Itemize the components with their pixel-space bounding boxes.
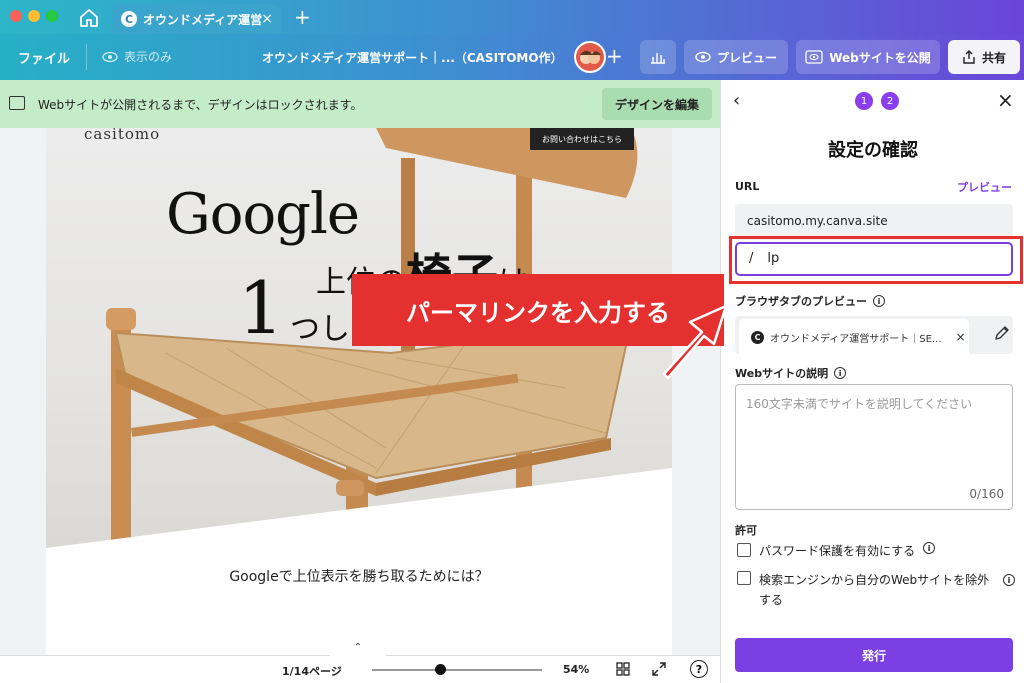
- add-collaborator-button[interactable]: +: [606, 44, 623, 68]
- banner-message: Webサイトが公開されるまで、デザインはロックされます。: [38, 98, 363, 112]
- tab-preview-chip: C オウンドメディア運営サポート｜SE... ×: [739, 319, 969, 355]
- permalink-input[interactable]: / lp: [735, 242, 1013, 276]
- headline-one: 1: [238, 266, 284, 350]
- step-1-indicator: 1: [855, 92, 873, 110]
- close-window-button[interactable]: [10, 10, 22, 22]
- arrow-icon: [662, 304, 728, 380]
- document-title[interactable]: オウンドメディア運営サポート｜...（CASITOMO作）: [262, 49, 563, 66]
- panel-title: 設定の確認: [828, 140, 918, 161]
- publish-button[interactable]: 発行: [735, 638, 1013, 672]
- zoom-level[interactable]: 54%: [563, 663, 589, 676]
- zoom-slider-handle[interactable]: [435, 664, 446, 675]
- search-engine-option[interactable]: 検索エンジンから自分のWebサイトを除外する i: [737, 570, 1015, 610]
- page-indicator[interactable]: 1/14ページ: [282, 663, 342, 679]
- description-textarea[interactable]: 160文字未満でサイトを説明してください 0/160: [735, 384, 1013, 510]
- home-icon[interactable]: [78, 7, 100, 29]
- avatar-icon: [576, 43, 604, 71]
- fullscreen-icon[interactable]: [652, 662, 666, 676]
- tab-preview-label-text: ブラウザタブのプレビュー: [735, 295, 867, 308]
- brand-logo: casitomo: [84, 128, 161, 143]
- grid-view-icon[interactable]: [616, 662, 630, 676]
- search-engine-checkbox[interactable]: [737, 571, 751, 585]
- password-checkbox[interactable]: [737, 543, 751, 557]
- pencil-icon[interactable]: [993, 324, 1011, 342]
- zoom-slider[interactable]: [372, 669, 542, 671]
- back-button[interactable]: ‹: [733, 90, 740, 111]
- browser-tab[interactable]: C オウンドメディア運営 ×: [113, 4, 281, 34]
- tab-close-button[interactable]: ×: [261, 11, 273, 27]
- password-option-label: パスワード保護を有効にする: [759, 544, 916, 558]
- view-only-button[interactable]: 表示のみ: [102, 48, 172, 65]
- url-preview-link[interactable]: プレビュー: [957, 179, 1012, 195]
- analytics-button[interactable]: [640, 40, 676, 74]
- info-icon[interactable]: i: [834, 367, 847, 379]
- publish-website-button[interactable]: Webサイトを公開: [796, 40, 940, 74]
- tab-preview-label: ブラウザタブのプレビュー i: [735, 293, 885, 309]
- info-icon[interactable]: i: [873, 295, 885, 307]
- contact-button: お問い合わせはこちら: [530, 128, 634, 150]
- minimize-window-button[interactable]: [28, 10, 40, 22]
- user-avatar[interactable]: [574, 41, 606, 73]
- design-canvas: casitomo お問い合わせはこちら Google 上位の椅子は 1 つしかな…: [0, 128, 720, 655]
- share-button[interactable]: 共有: [948, 40, 1020, 74]
- publish-website-label: Webサイトを公開: [829, 50, 931, 65]
- slug-value: lp: [767, 251, 780, 266]
- bar-chart-icon: [651, 53, 665, 64]
- website-icon: [805, 50, 823, 64]
- description-label-text: Webサイトの説明: [735, 367, 829, 380]
- toolbar-divider: [86, 44, 87, 70]
- tab-preview-title: オウンドメディア運営サポート｜SE...: [770, 333, 942, 345]
- domain-field: casitomo.my.canva.site: [735, 204, 1013, 240]
- slug-separator: /: [749, 251, 754, 266]
- design-page[interactable]: casitomo お問い合わせはこちら Google 上位の椅子は 1 つしかな…: [46, 128, 672, 655]
- file-menu[interactable]: ファイル: [18, 48, 70, 67]
- info-icon[interactable]: i: [923, 542, 936, 554]
- tab-preview-close-icon: ×: [955, 330, 966, 344]
- editor-toolbar: ファイル 表示のみ オウンドメディア運営サポート｜...（CASITOMO作） …: [0, 34, 1024, 80]
- design-lock-banner: Webサイトが公開されるまで、デザインはロックされます。 デザインを編集: [0, 80, 720, 128]
- close-icon[interactable]: ×: [997, 88, 1014, 112]
- share-label: 共有: [981, 50, 1006, 65]
- preview-button[interactable]: プレビュー: [684, 40, 788, 74]
- tab-preview: C オウンドメディア運営サポート｜SE... ×: [735, 316, 1013, 355]
- help-button[interactable]: ?: [690, 660, 708, 678]
- app-window: C オウンドメディア運営 × + ファイル 表示のみ オウンドメディア運営サポー…: [0, 0, 1024, 683]
- description-counter: 0/160: [969, 487, 1004, 501]
- view-only-label: 表示のみ: [124, 50, 173, 64]
- edit-design-button[interactable]: デザインを編集: [602, 88, 712, 120]
- preview-label: プレビュー: [716, 50, 777, 65]
- info-icon[interactable]: i: [1003, 574, 1015, 586]
- maximize-window-button[interactable]: [46, 10, 58, 22]
- step-2-indicator: 2: [881, 92, 899, 110]
- tab-title: オウンドメディア運営: [143, 12, 263, 27]
- eye-icon: [695, 51, 711, 63]
- canva-favicon-icon: C: [751, 330, 764, 344]
- permission-label: 許可: [735, 524, 757, 537]
- canvas-footer: ⌃ 1/14ページ 54% ?: [0, 642, 720, 683]
- share-icon: [963, 50, 975, 64]
- url-label: URL: [735, 180, 760, 193]
- lock-website-icon: [9, 96, 25, 110]
- subheading: Googleで上位表示を勝ち取るためには？: [229, 569, 489, 585]
- publish-settings-panel: ‹ 1 2 × 設定の確認 URL プレビュー casitomo.my.canv…: [720, 80, 1024, 683]
- description-placeholder: 160文字未満でサイトを説明してください: [746, 397, 973, 411]
- browser-titlebar: C オウンドメディア運営 × +: [0, 0, 1024, 34]
- eye-icon: [102, 51, 118, 62]
- search-option-label: 検索エンジンから自分のWebサイトを除外する: [759, 573, 990, 607]
- description-label: Webサイトの説明 i: [735, 365, 847, 381]
- new-tab-button[interactable]: +: [294, 5, 311, 29]
- expand-pages-button[interactable]: ⌃: [330, 642, 386, 658]
- password-protection-option[interactable]: パスワード保護を有効にする i: [737, 542, 936, 559]
- headline-google: Google: [166, 182, 360, 247]
- canva-favicon-icon: C: [121, 11, 137, 27]
